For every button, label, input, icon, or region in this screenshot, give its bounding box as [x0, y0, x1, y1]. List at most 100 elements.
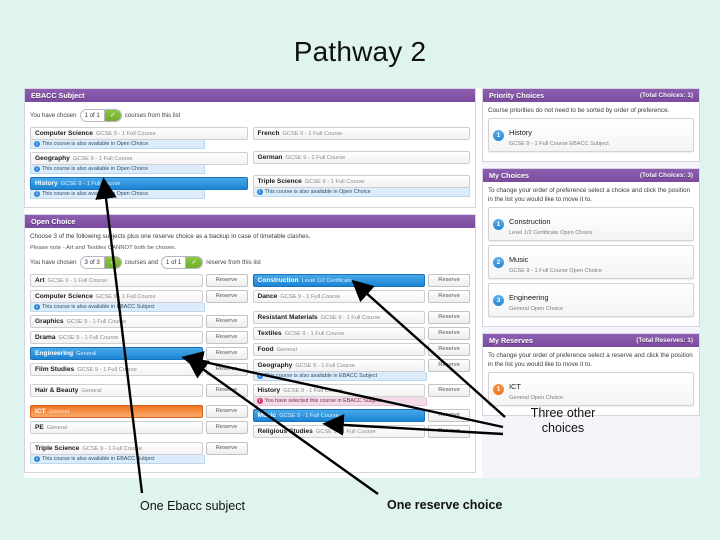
subject-item[interactable]: Drama GCSE 9 - 1 Full Course Reserve	[30, 331, 248, 344]
subject-name[interactable]: Geography GCSE 9 - 1 Full Course	[252, 359, 425, 372]
subject-name[interactable]: Dance GCSE 9 - 1 Full Course	[252, 290, 425, 303]
table-row[interactable]: Textiles GCSE 9 - 1 Full Course Reserve	[252, 327, 470, 340]
table-row[interactable]: Computer Science GCSE 9 - 1 Full Course R…	[30, 290, 248, 312]
reserve-button[interactable]: Reserve	[205, 421, 248, 434]
reserve-button[interactable]: Reserve	[428, 409, 470, 422]
reserve-button[interactable]: Reserve	[428, 384, 470, 397]
subject-name[interactable]: French GCSE 9 - 1 Full Course	[252, 127, 470, 140]
reserve-button[interactable]: Reserve	[428, 274, 470, 287]
table-row[interactable]: Graphics GCSE 9 - 1 Full Course Reserve	[30, 315, 248, 328]
subject-item[interactable]: Religious Studies GCSE 9 - 1 Full Course …	[252, 425, 470, 438]
subject-name[interactable]: Textiles GCSE 9 - 1 Full Course	[252, 327, 425, 340]
reserve-button[interactable]: Reserve	[205, 290, 248, 303]
subject-name[interactable]: Drama GCSE 9 - 1 Full Course	[30, 331, 203, 344]
reserve-button[interactable]: Reserve	[428, 425, 470, 438]
subject-name[interactable]: Graphics GCSE 9 - 1 Full Course	[30, 315, 203, 328]
subject-item[interactable]: Hair & Beauty General Reserve	[30, 384, 248, 397]
subject-name[interactable]: Construction Level 1/2 Certificate	[252, 274, 425, 287]
subject-name[interactable]: Engineering General	[30, 347, 203, 360]
table-row[interactable]: PE General Reserve	[30, 421, 248, 434]
subject-name[interactable]: Triple Science GCSE 9 - 1 Full Course	[252, 175, 470, 188]
reserve-button[interactable]: Reserve	[428, 311, 470, 324]
table-row[interactable]: Engineering General Reserve	[30, 347, 248, 360]
table-row[interactable]: Food General Reserve	[252, 343, 470, 356]
subject-item[interactable]: History GCSE 9 - 1 Full Course Reserve	[252, 384, 470, 397]
subject-item-selected[interactable]: History GCSE 9 - 1 Full Course	[30, 177, 248, 190]
list-item[interactable]: 2 Music GCSE 9 - 1 Full Course Open Choi…	[488, 245, 694, 279]
table-row[interactable]: Hair & Beauty General Reserve	[30, 384, 248, 397]
table-row[interactable]: History GCSE 9 - 1 Full Course i This cour…	[30, 177, 248, 199]
table-row[interactable]: Geography GCSE 9 - 1 Full Course Reserve …	[252, 359, 470, 381]
subject-item[interactable]: German GCSE 9 - 1 Full Course	[252, 151, 470, 164]
table-row[interactable]: Art GCSE 9 - 1 Full Course Reserve	[30, 274, 248, 287]
subject-name[interactable]: History GCSE 9 - 1 Full Course	[30, 177, 248, 190]
subject-item[interactable]: Geography GCSE 9 - 1 Full Course Reserve	[252, 359, 470, 372]
subject-item-selected[interactable]: Music GCSE 9 - 1 Full Course Reserve	[252, 409, 470, 422]
subject-item[interactable]: Triple Science GCSE 9 - 1 Full Course	[252, 175, 470, 188]
subject-name[interactable]: Geography GCSE 9 - 1 Full Course	[30, 152, 248, 165]
subject-name[interactable]: German GCSE 9 - 1 Full Course	[252, 151, 470, 164]
list-item[interactable]: 1 History GCSE 9 - 1 Full Course EBACC S…	[488, 118, 694, 152]
table-row[interactable]: Religious Studies GCSE 9 - 1 Full Course …	[252, 425, 470, 438]
subject-item[interactable]: Textiles GCSE 9 - 1 Full Course Reserve	[252, 327, 470, 340]
subject-item[interactable]: Geography GCSE 9 - 1 Full Course	[30, 152, 248, 165]
reserve-button[interactable]: Reserve	[205, 331, 248, 344]
table-row[interactable]: Drama GCSE 9 - 1 Full Course Reserve	[30, 331, 248, 344]
subject-item[interactable]: Art GCSE 9 - 1 Full Course Reserve	[30, 274, 248, 287]
table-row[interactable]: Computer Science GCSE 9 - 1 Full Course i…	[30, 127, 248, 149]
subject-name[interactable]: Triple Science GCSE 9 - 1 Full Course	[30, 442, 203, 455]
subject-item[interactable]: Computer Science GCSE 9 - 1 Full Course	[30, 127, 248, 140]
subject-name[interactable]: Computer Science GCSE 9 - 1 Full Course	[30, 290, 203, 303]
reserve-button[interactable]: Reserve	[205, 384, 248, 397]
list-item[interactable]: 3 Engineering General Open Choice	[488, 283, 694, 317]
table-row[interactable]: ICT General Reserve	[30, 405, 248, 418]
table-row[interactable]: Triple Science GCSE 9 - 1 Full Course i Th…	[252, 175, 470, 197]
reserve-button[interactable]: Reserve	[428, 290, 470, 303]
subject-item[interactable]: Food General Reserve	[252, 343, 470, 356]
subject-name[interactable]: Art GCSE 9 - 1 Full Course	[30, 274, 203, 287]
subject-name[interactable]: Film Studies GCSE 9 - 1 Full Course	[30, 363, 203, 376]
list-item[interactable]: 1 ICT General Open Choice	[488, 372, 694, 406]
subject-name[interactable]: Music GCSE 9 - 1 Full Course	[252, 409, 425, 422]
reserve-button[interactable]: Reserve	[205, 442, 248, 455]
subject-name[interactable]: Hair & Beauty General	[30, 384, 203, 397]
subject-item[interactable]: Resistant Materials GCSE 9 - 1 Full Cours…	[252, 311, 470, 324]
reserve-button[interactable]: Reserve	[205, 405, 248, 418]
reserve-button[interactable]: Reserve	[205, 347, 248, 360]
table-row[interactable]: French GCSE 9 - 1 Full Course	[252, 127, 470, 140]
table-row[interactable]: Music GCSE 9 - 1 Full Course Reserve	[252, 409, 470, 422]
reserve-button[interactable]: Reserve	[205, 363, 248, 376]
subject-name[interactable]: History GCSE 9 - 1 Full Course	[252, 384, 425, 397]
subject-item[interactable]: Graphics GCSE 9 - 1 Full Course Reserve	[30, 315, 248, 328]
subject-name[interactable]: Resistant Materials GCSE 9 - 1 Full Cours…	[252, 311, 425, 324]
reserve-button[interactable]: Reserve	[205, 315, 248, 328]
subject-item[interactable]: PE General Reserve	[30, 421, 248, 434]
reserve-button[interactable]: Reserve	[428, 359, 470, 372]
reserve-button[interactable]: Reserve	[428, 343, 470, 356]
table-row[interactable]: Geography GCSE 9 - 1 Full Course i This co…	[30, 152, 248, 174]
table-row[interactable]: Resistant Materials GCSE 9 - 1 Full Cours…	[252, 311, 470, 324]
subject-name[interactable]: ICT General	[30, 405, 203, 418]
subject-item[interactable]: Triple Science GCSE 9 - 1 Full Course Res…	[30, 442, 248, 455]
reserve-button[interactable]: Reserve	[205, 274, 248, 287]
subject-item[interactable]: French GCSE 9 - 1 Full Course	[252, 127, 470, 140]
subject-name[interactable]: Computer Science GCSE 9 - 1 Full Course	[30, 127, 248, 140]
table-row[interactable]: German GCSE 9 - 1 Full Course	[252, 151, 470, 164]
table-row[interactable]: Film Studies GCSE 9 - 1 Full Course Reser…	[30, 363, 248, 376]
subject-name[interactable]: Food General	[252, 343, 425, 356]
subject-item-reserved[interactable]: ICT General Reserve	[30, 405, 248, 418]
my-reserves-help: To change your order of preference selec…	[488, 352, 693, 368]
subject-name[interactable]: Religious Studies GCSE 9 - 1 Full Course	[252, 425, 425, 438]
subject-item[interactable]: Dance GCSE 9 - 1 Full Course Reserve	[252, 290, 470, 303]
table-row[interactable]: Dance GCSE 9 - 1 Full Course Reserve	[252, 290, 470, 303]
subject-item-selected[interactable]: Construction Level 1/2 Certificate Reserv…	[252, 274, 470, 287]
table-row[interactable]: History GCSE 9 - 1 Full Course Reserve ! Y…	[252, 384, 470, 406]
subject-item[interactable]: Film Studies GCSE 9 - 1 Full Course Reser…	[30, 363, 248, 376]
reserve-button[interactable]: Reserve	[428, 327, 470, 340]
table-row[interactable]: Triple Science GCSE 9 - 1 Full Course Res…	[30, 442, 248, 464]
subject-item-selected[interactable]: Engineering General Reserve	[30, 347, 248, 360]
subject-name[interactable]: PE General	[30, 421, 203, 434]
subject-item[interactable]: Computer Science GCSE 9 - 1 Full Course R…	[30, 290, 248, 303]
table-row[interactable]: Construction Level 1/2 Certificate Reserv…	[252, 274, 470, 287]
list-item[interactable]: 1 Construction Level 1/2 Certificate Ope…	[488, 207, 694, 241]
